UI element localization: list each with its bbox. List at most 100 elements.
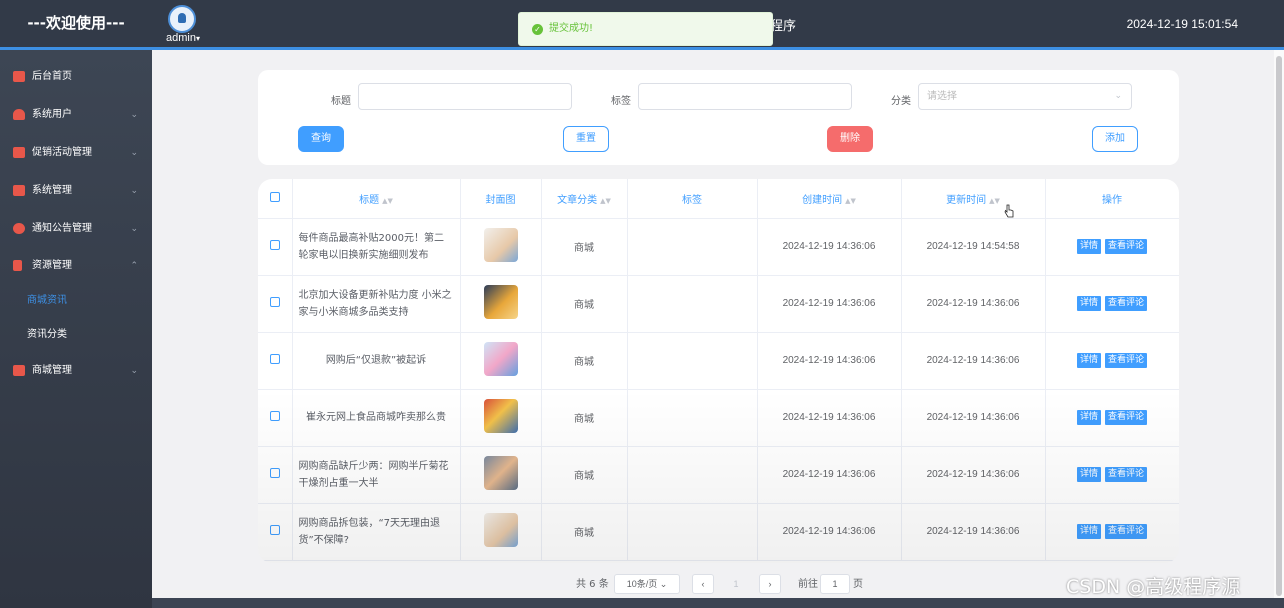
chevron-down-icon: ⌄ xyxy=(659,579,668,589)
select-all-checkbox[interactable] xyxy=(269,191,280,202)
row-tag xyxy=(627,446,758,504)
sidebar-item-users[interactable]: 系统用户 ⌄ xyxy=(0,98,152,132)
sidebar-item-label: 系统管理 xyxy=(32,185,72,196)
chevron-up-icon: ⌃ xyxy=(130,261,138,271)
brand-title: ---欢迎使用--- xyxy=(27,14,125,32)
title-input[interactable] xyxy=(358,83,572,110)
category-select[interactable]: 请选择 ⌄ xyxy=(918,83,1132,110)
sidebar-item-label: 促销活动管理 xyxy=(32,147,92,158)
detail-button[interactable]: 详情 xyxy=(1076,467,1101,482)
row-cover-cell xyxy=(460,389,542,447)
sidebar-item-promotions[interactable]: 促销活动管理 ⌄ xyxy=(0,136,152,170)
goto-page-input[interactable]: 1 xyxy=(820,574,850,594)
row-select-cell xyxy=(258,446,293,504)
monitor-icon xyxy=(13,71,25,82)
row-cover-cell xyxy=(460,503,542,561)
sidebar-subitem-news-category[interactable]: 资讯分类 xyxy=(0,320,152,350)
chevron-left-icon: ‹ xyxy=(701,579,705,589)
category-label: 分类 xyxy=(891,96,911,107)
sidebar-item-label: 通知公告管理 xyxy=(32,223,92,234)
table-row[interactable]: 崔永元网上食品商城咋卖那么贵 商城 2024-12-19 14:36:06 2024-… xyxy=(258,389,1179,447)
row-cover-cell xyxy=(460,446,542,504)
add-button[interactable]: 添加 xyxy=(1092,126,1138,152)
table-row[interactable]: 网购后“仅退款”被起诉 商城 2024-12-19 14:36:06 2024-12-… xyxy=(258,332,1179,390)
sidebar-item-resources[interactable]: 资源管理 ⌃ xyxy=(0,249,152,283)
column-header-label: 更新时间 xyxy=(946,194,987,206)
user-menu[interactable]: admin▾ xyxy=(166,32,200,44)
view-comments-button[interactable]: 查看评论 xyxy=(1105,353,1148,368)
search-form: 标题 标签 分类 请选择 ⌄ 查询 重置 删除 添加 xyxy=(258,70,1179,165)
view-comments-button[interactable]: 查看评论 xyxy=(1105,524,1148,539)
table-row[interactable]: 网购商品缺斤少两：网购半斤菊花 干燥剂占重一大半 商城 2024-12-19 14:… xyxy=(258,446,1179,504)
scrollbar-thumb[interactable] xyxy=(1276,56,1282,596)
sidebar-subitem-mall-news[interactable]: 商城资讯 xyxy=(0,286,152,316)
next-page-button[interactable]: › xyxy=(759,574,781,594)
sort-icon[interactable]: ▲▼ xyxy=(382,197,393,205)
column-header-created[interactable]: 创建时间 ▲▼ xyxy=(757,179,902,219)
column-header-label: 文章分类 xyxy=(557,194,598,206)
table-row[interactable]: 网购商品拆包装，“7天无理由退货”不保障? 商城 2024-12-19 14:36:… xyxy=(258,503,1179,561)
tag-input[interactable] xyxy=(638,83,852,110)
column-header-tag: 标签 xyxy=(627,179,758,219)
delete-button[interactable]: 删除 xyxy=(827,126,873,152)
row-updated: 2024-12-19 14:36:06 xyxy=(901,332,1046,390)
sort-icon[interactable]: ▲▼ xyxy=(845,197,856,205)
reset-button[interactable]: 重置 xyxy=(563,126,609,152)
detail-button[interactable]: 详情 xyxy=(1076,353,1101,368)
page-size-select[interactable]: 10条/页 ⌄ xyxy=(614,574,680,594)
column-header-label: 创建时间 xyxy=(802,194,843,206)
sidebar-item-system[interactable]: 系统管理 ⌄ xyxy=(0,174,152,208)
row-checkbox[interactable] xyxy=(269,354,280,364)
chevron-down-icon: ▾ xyxy=(195,34,200,43)
row-created: 2024-12-19 14:36:06 xyxy=(757,332,902,390)
table-row[interactable]: 每件商品最高补贴2000元！第二轮家电以旧换新实施细则发布 商城 2024-12-1… xyxy=(258,218,1179,276)
row-updated: 2024-12-19 14:36:06 xyxy=(901,503,1046,561)
column-header-category[interactable]: 文章分类 ▲▼ xyxy=(541,179,628,219)
prev-page-button[interactable]: ‹ xyxy=(692,574,714,594)
row-created: 2024-12-19 14:36:06 xyxy=(757,218,902,276)
detail-button[interactable]: 详情 xyxy=(1076,296,1101,311)
chevron-right-icon: › xyxy=(768,579,772,589)
sidebar-item-home[interactable]: 后台首页 xyxy=(0,60,152,94)
view-comments-button[interactable]: 查看评论 xyxy=(1105,410,1148,425)
row-category: 商城 xyxy=(541,275,628,333)
chevron-down-icon: ⌄ xyxy=(130,110,138,120)
goto-suffix: 页 xyxy=(853,579,863,590)
goto-prefix: 前往 xyxy=(798,579,818,590)
scrollbar[interactable] xyxy=(1274,50,1284,598)
monitor-icon xyxy=(13,365,25,376)
news-table: 标题 ▲▼ 封面图 文章分类 ▲▼ 标签 创建时间 ▲▼ 更新时间 ▲▼ 操作 每件商品… xyxy=(258,179,1179,561)
chevron-down-icon: ⌄ xyxy=(130,148,138,158)
row-checkbox[interactable] xyxy=(269,525,280,535)
tag-label: 标签 xyxy=(611,96,631,107)
sort-icon[interactable]: ▲▼ xyxy=(989,197,1000,205)
row-checkbox[interactable] xyxy=(269,411,280,421)
column-header-cover: 封面图 xyxy=(460,179,542,219)
view-comments-button[interactable]: 查看评论 xyxy=(1105,467,1148,482)
row-created: 2024-12-19 14:36:06 xyxy=(757,446,902,504)
row-title: 崔永元网上食品商城咋卖那么贵 xyxy=(292,389,461,447)
view-comments-button[interactable]: 查看评论 xyxy=(1105,296,1148,311)
sort-icon[interactable]: ▲▼ xyxy=(600,197,611,205)
cover-image xyxy=(483,285,518,319)
view-comments-button[interactable]: 查看评论 xyxy=(1105,239,1148,254)
detail-button[interactable]: 详情 xyxy=(1076,239,1101,254)
table-row[interactable]: 北京加大设备更新补贴力度 小米之家与小米商城多品类支持 商城 2024-12-19 … xyxy=(258,275,1179,333)
chevron-down-icon: ⌄ xyxy=(130,366,138,376)
page-number-current[interactable]: 1 xyxy=(725,574,747,594)
detail-button[interactable]: 详情 xyxy=(1076,524,1101,539)
query-button[interactable]: 查询 xyxy=(298,126,344,152)
column-header-updated[interactable]: 更新时间 ▲▼ xyxy=(901,179,1046,219)
sidebar-item-mall[interactable]: 商城管理 ⌄ xyxy=(0,354,152,388)
row-checkbox[interactable] xyxy=(269,240,280,250)
sidebar-item-label: 商城管理 xyxy=(32,365,72,376)
sidebar-item-notices[interactable]: 通知公告管理 ⌄ xyxy=(0,212,152,246)
row-checkbox[interactable] xyxy=(269,468,280,478)
detail-button[interactable]: 详情 xyxy=(1076,410,1101,425)
chevron-down-icon: ⌄ xyxy=(130,186,138,196)
row-title: 网购后“仅退款”被起诉 xyxy=(292,332,461,390)
row-title: 网购商品缺斤少两：网购半斤菊花 干燥剂占重一大半 xyxy=(292,446,461,504)
column-header-title[interactable]: 标题 ▲▼ xyxy=(292,179,461,219)
row-checkbox[interactable] xyxy=(269,297,280,307)
avatar-icon[interactable] xyxy=(168,5,196,33)
